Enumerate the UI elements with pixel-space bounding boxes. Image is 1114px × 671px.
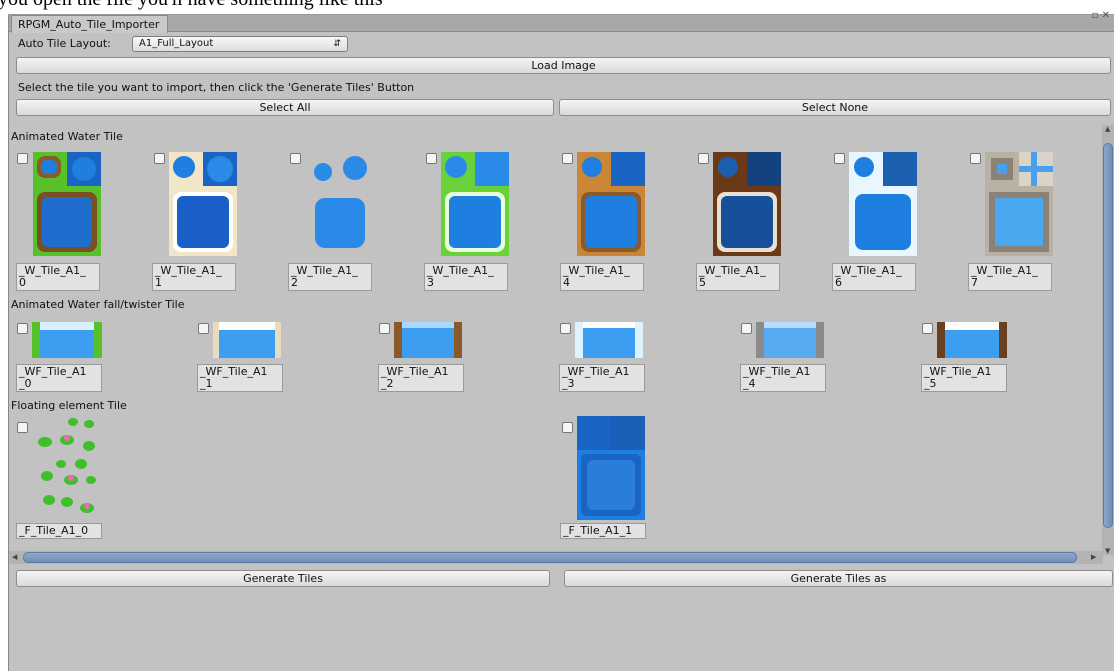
instruction-text: Select the tile you want to import, then… [18,81,415,94]
section-title-waterfall: Animated Water fall/twister Tile [11,298,185,311]
horizontal-scrollbar[interactable]: ◀ ▶ [9,551,1103,564]
tile-name-field[interactable]: _W_Tile_A1_ 2 [288,263,372,291]
tile-preview-wf4 [756,322,824,358]
tile-name-field[interactable]: _W_Tile_A1_ 4 [560,263,644,291]
tile-checkbox[interactable] [922,323,933,334]
tile-preview-w6 [849,152,917,256]
tile-preview-f1 [577,416,645,520]
tile-preview-w0 [33,152,101,256]
tile-name-field[interactable]: _F_Tile_A1_1 [560,523,646,539]
tile-name-field[interactable]: _W_Tile_A1_ 5 [696,263,780,291]
section-title-floating: Floating element Tile [11,399,127,412]
scroll-left-icon[interactable]: ◀ [12,553,17,561]
vertical-scroll-thumb[interactable] [1103,143,1113,528]
tile-checkbox[interactable] [17,153,28,164]
select-none-button[interactable]: Select None [559,99,1111,116]
tile-name-field[interactable]: _WF_Tile_A1 _0 [16,364,102,392]
tile-checkbox[interactable] [562,153,573,164]
tile-preview-wf5 [937,322,1007,358]
tile-preview-w7 [985,152,1053,256]
tile-name-field[interactable]: _W_Tile_A1_ 0 [16,263,100,291]
tile-name-field[interactable]: _W_Tile_A1_ 7 [968,263,1052,291]
tile-preview-w2 [305,152,373,256]
tile-name-field[interactable]: _W_Tile_A1_ 1 [152,263,236,291]
scroll-up-icon[interactable]: ▲ [1105,125,1110,133]
horizontal-scroll-thumb[interactable] [23,552,1077,563]
tile-checkbox[interactable] [154,153,165,164]
tile-checkbox[interactable] [379,323,390,334]
tile-checkbox[interactable] [562,422,573,433]
tile-name-field[interactable]: _F_Tile_A1_0 [16,523,102,539]
window-controls-icon[interactable]: ▫ ✕ [1092,11,1110,21]
importer-window: RPGM_Auto_Tile_Importer ▫ ✕ Auto Tile La… [8,11,1114,671]
tile-preview-wf0 [32,322,102,358]
tile-preview-wf1 [213,322,281,358]
generate-tiles-as-button[interactable]: Generate Tiles as [564,570,1113,587]
tile-checkbox[interactable] [834,153,845,164]
dropdown-arrow-icon: ⇵ [333,39,341,49]
layout-dropdown[interactable]: A1_Full_Layout ⇵ [132,36,348,52]
tile-checkbox[interactable] [290,153,301,164]
tile-name-field[interactable]: _WF_Tile_A1 _1 [197,364,283,392]
select-all-button[interactable]: Select All [16,99,554,116]
tile-preview-w4 [577,152,645,256]
vertical-scrollbar[interactable]: ▲ ▼ [1102,125,1114,555]
tile-checkbox[interactable] [970,153,981,164]
tile-checkbox[interactable] [426,153,437,164]
tile-checkbox[interactable] [560,323,571,334]
tile-name-field[interactable]: _W_Tile_A1_ 6 [832,263,916,291]
tile-preview-w5 [713,152,781,256]
tile-checkbox[interactable] [17,422,28,433]
tile-name-field[interactable]: _WF_Tile_A1 _5 [921,364,1007,392]
section-title-animated-water: Animated Water Tile [11,130,123,143]
layout-label: Auto Tile Layout: [18,37,111,50]
tile-name-field[interactable]: _WF_Tile_A1 _3 [559,364,645,392]
tile-preview-wf2 [394,322,462,358]
tile-preview-wf3 [575,322,643,358]
tile-name-field[interactable]: _WF_Tile_A1 _4 [740,364,826,392]
tile-name-field[interactable]: _W_Tile_A1_ 3 [424,263,508,291]
tab-rpgm-auto-tile-importer[interactable]: RPGM_Auto_Tile_Importer [11,15,169,33]
generate-tiles-button[interactable]: Generate Tiles [16,570,550,587]
load-image-button[interactable]: Load Image [16,57,1111,74]
scroll-right-icon[interactable]: ▶ [1091,553,1096,561]
tile-preview-f0 [33,416,101,518]
tile-preview-w1 [169,152,237,256]
tile-preview-w3 [441,152,509,256]
layout-selected-value: A1_Full_Layout [139,38,214,49]
tile-scroll-area: Animated Water Tile _W_Tile_A1_ 0 _W_Til… [9,125,1103,555]
tab-bar: RPGM_Auto_Tile_Importer ▫ ✕ [9,11,1114,33]
tile-checkbox[interactable] [198,323,209,334]
scroll-down-icon[interactable]: ▼ [1105,547,1110,555]
tile-checkbox[interactable] [17,323,28,334]
tile-checkbox[interactable] [698,153,709,164]
tile-checkbox[interactable] [741,323,752,334]
tile-name-field[interactable]: _WF_Tile_A1 _2 [378,364,464,392]
document-caption: you open the file you'll have something … [0,0,383,11]
